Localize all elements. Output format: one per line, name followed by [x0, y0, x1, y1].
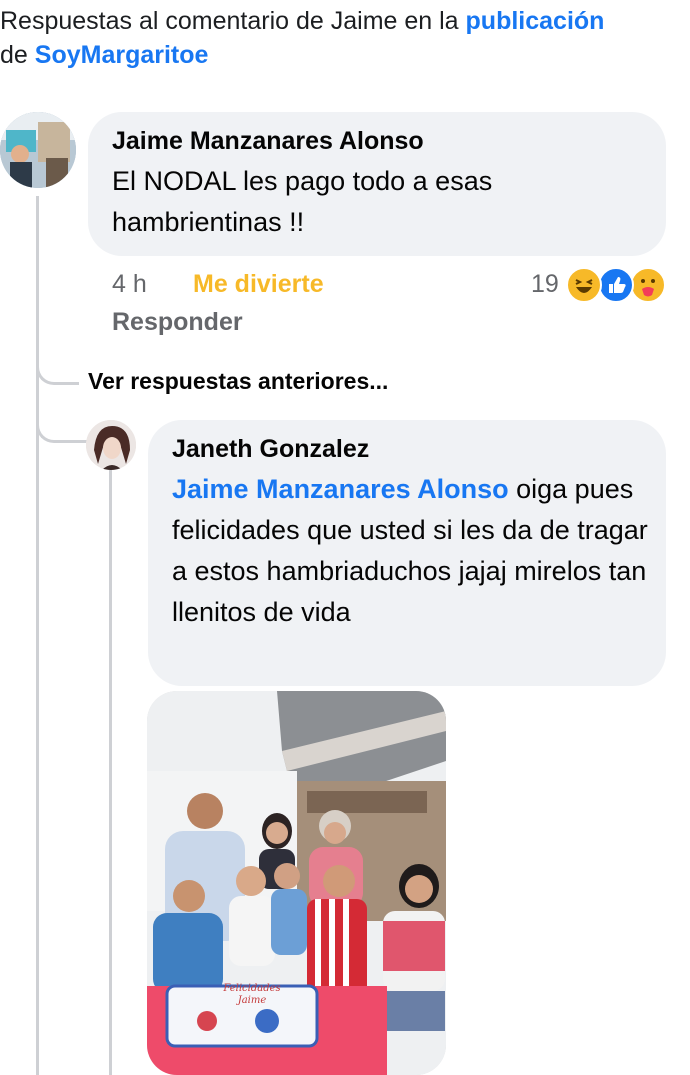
avatar[interactable] [0, 112, 76, 188]
avatar-photo-icon [0, 112, 76, 188]
thread-line-reply [109, 470, 112, 1075]
like-reaction-icon [598, 267, 634, 303]
thread-branch-2 [36, 408, 87, 443]
reply-mention[interactable]: Jaime Manzanares Alonso [172, 474, 509, 504]
reaction-label[interactable]: Me divierte [193, 270, 324, 299]
reply-avatar-photo-icon [86, 420, 136, 470]
comment-time[interactable]: 4 h [112, 270, 147, 299]
reply-photo[interactable]: Felicidades Jaime [147, 691, 446, 1075]
haha-reaction-icon [566, 267, 602, 303]
page-link[interactable]: SoyMargaritoe [35, 41, 209, 69]
thread-line-main [36, 196, 39, 1075]
comment-bubble: Jaime Manzanares Alonso El NODAL les pag… [88, 112, 666, 256]
care-reaction-icon [630, 267, 666, 303]
cake-text-line1: Felicidades [223, 983, 281, 994]
reply-author[interactable]: Janeth Gonzalez [172, 432, 650, 466]
page-header: Respuestas al comentario de Jaime en la … [0, 4, 680, 72]
cake-text: Felicidades Jaime [197, 983, 307, 1007]
post-link[interactable]: publicación [466, 7, 605, 35]
comment-text: El NODAL les pago todo a esas hambrienti… [112, 166, 493, 237]
reply-button[interactable]: Responder [112, 308, 243, 337]
reaction-count[interactable]: 19 [531, 270, 559, 299]
thread-branch-1 [36, 352, 79, 385]
party-photo-illustration [147, 691, 446, 1075]
comment-author[interactable]: Jaime Manzanares Alonso [112, 124, 652, 158]
reply-avatar[interactable] [86, 420, 136, 470]
see-previous-replies-link[interactable]: Ver respuestas anteriores... [88, 368, 388, 395]
reaction-icons[interactable] [566, 267, 670, 303]
reply-text: Jaime Manzanares Alonso oiga pues felici… [172, 469, 650, 633]
header-text: Respuestas al comentario de Jaime en la [0, 7, 466, 35]
cake-text-line2: Jaime [237, 995, 267, 1006]
header-de: de [0, 41, 35, 69]
reply-bubble: Janeth Gonzalez Jaime Manzanares Alonso … [148, 420, 666, 686]
